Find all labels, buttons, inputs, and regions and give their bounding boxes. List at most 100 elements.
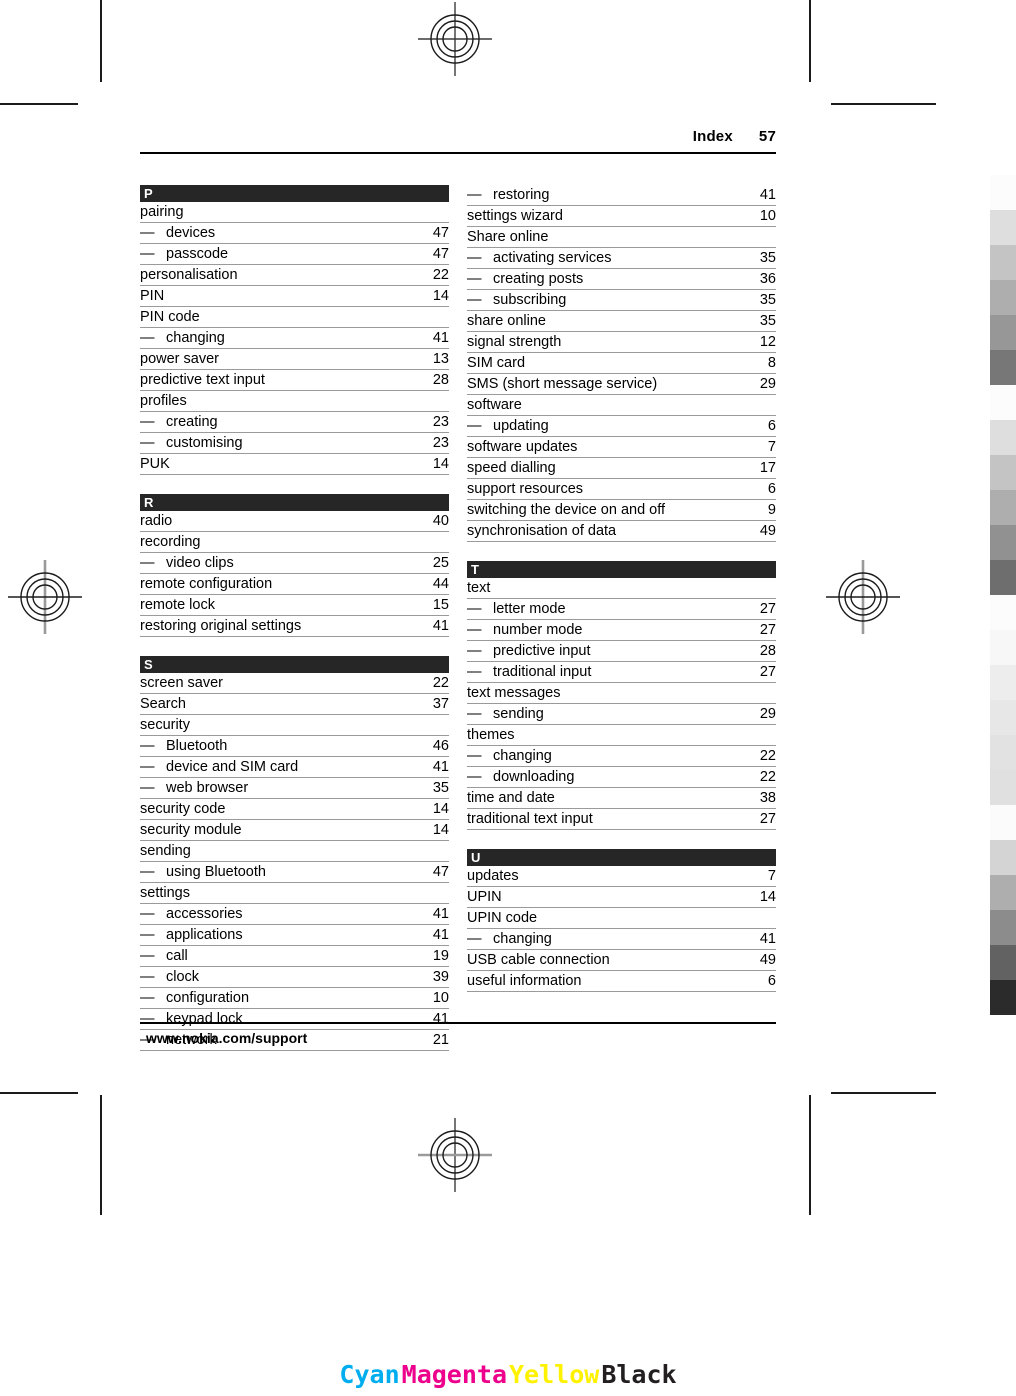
index-entry[interactable]: time and date 38 [467, 788, 776, 809]
index-entry-label: updates [467, 868, 519, 884]
index-entry[interactable]: personalisation 22 [140, 265, 449, 286]
index-entry[interactable]: radio 40 [140, 511, 449, 532]
em-dash-icon: — [140, 990, 155, 1006]
index-entry[interactable]: themes [467, 725, 776, 746]
index-entry[interactable]: restoring original settings 41 [140, 616, 449, 637]
index-entry[interactable]: useful information 6 [467, 971, 776, 992]
em-dash-icon: — [467, 643, 482, 659]
index-entry[interactable]: settings wizard 10 [467, 206, 776, 227]
index-entry-page-number: 14 [759, 889, 776, 905]
index-sub-entry[interactable]: — sending 29 [467, 704, 776, 725]
index-sub-entry[interactable]: — number mode 27 [467, 620, 776, 641]
index-sub-entry[interactable]: — passcode 47 [140, 244, 449, 265]
index-sub-entry[interactable]: — creating 23 [140, 412, 449, 433]
index-entry[interactable]: signal strength 12 [467, 332, 776, 353]
index-sub-entry[interactable]: — predictive input 28 [467, 641, 776, 662]
index-entry[interactable]: text [467, 578, 776, 599]
index-entry[interactable]: software updates 7 [467, 437, 776, 458]
index-sub-entry[interactable]: — customising 23 [140, 433, 449, 454]
index-letter-heading-t: T [467, 561, 776, 578]
page-header: Index 57 [140, 128, 776, 158]
index-entry[interactable]: remote lock 15 [140, 595, 449, 616]
index-entry[interactable]: support resources 6 [467, 479, 776, 500]
index-sub-entry[interactable]: — applications 41 [140, 925, 449, 946]
index-sub-entry[interactable]: — call 19 [140, 946, 449, 967]
index-entry[interactable]: UPIN 14 [467, 887, 776, 908]
index-entry-page-number: 10 [759, 208, 776, 224]
index-entry[interactable]: remote configuration 44 [140, 574, 449, 595]
index-sub-entry[interactable]: — creating posts 36 [467, 269, 776, 290]
grayscale-patch [990, 770, 1016, 805]
index-entry[interactable]: Search 37 [140, 694, 449, 715]
index-entry[interactable]: PIN code [140, 307, 449, 328]
index-entry[interactable]: PIN 14 [140, 286, 449, 307]
index-sub-entry[interactable]: — configuration 10 [140, 988, 449, 1009]
index-sub-entry[interactable]: — traditional input 27 [467, 662, 776, 683]
index-entry[interactable]: settings [140, 883, 449, 904]
index-entry[interactable]: profiles [140, 391, 449, 412]
em-dash-icon: — [140, 864, 155, 880]
index-sub-entry[interactable]: — activating services 35 [467, 248, 776, 269]
index-entry-text: applications [166, 927, 243, 943]
index-sub-entry[interactable]: — changing 41 [467, 929, 776, 950]
index-sub-entry[interactable]: — changing 41 [140, 328, 449, 349]
index-entry-page-number: 38 [759, 790, 776, 806]
index-entry[interactable]: SIM card 8 [467, 353, 776, 374]
index-sub-entry[interactable]: — device and SIM card 41 [140, 757, 449, 778]
index-entry-page-number: 40 [432, 513, 449, 529]
index-column-right: — restoring 41 settings wizard 10 Share onlin… [467, 185, 776, 1051]
crop-mark-top-left-vertical [100, 0, 102, 82]
index-sub-entry[interactable]: — changing 22 [467, 746, 776, 767]
index-entry-label: — sending [467, 704, 544, 724]
index-sub-entry[interactable]: — video clips 25 [140, 553, 449, 574]
index-entry[interactable]: security module 14 [140, 820, 449, 841]
index-entry[interactable]: speed dialling 17 [467, 458, 776, 479]
index-entry-page-number: 6 [767, 481, 776, 497]
em-dash-icon: — [140, 759, 155, 775]
index-entry[interactable]: UPIN code [467, 908, 776, 929]
index-entry-text: video clips [166, 555, 234, 571]
index-entry[interactable]: pairing [140, 202, 449, 223]
index-entry-label: text messages [467, 685, 561, 701]
grayscale-patch [990, 875, 1016, 910]
index-entry-page-number: 14 [432, 822, 449, 838]
index-entry[interactable]: SMS (short message service) 29 [467, 374, 776, 395]
index-sub-entry[interactable]: — clock 39 [140, 967, 449, 988]
index-sub-entry[interactable]: — updating 6 [467, 416, 776, 437]
index-entry[interactable]: screen saver 22 [140, 673, 449, 694]
index-sub-entry[interactable]: — web browser 35 [140, 778, 449, 799]
index-entry[interactable]: USB cable connection 49 [467, 950, 776, 971]
index-entry-label: — changing [467, 929, 552, 949]
index-entry[interactable]: text messages [467, 683, 776, 704]
index-entry[interactable]: synchronisation of data 49 [467, 521, 776, 542]
em-dash-icon: — [467, 706, 482, 722]
index-entry[interactable]: sending [140, 841, 449, 862]
index-sub-entry[interactable]: — using Bluetooth 47 [140, 862, 449, 883]
support-url[interactable]: www.nokia.com/support [140, 1024, 776, 1046]
index-entry[interactable]: Share online [467, 227, 776, 248]
index-entry-text: clock [166, 969, 200, 985]
index-entry[interactable]: traditional text input 27 [467, 809, 776, 830]
index-entry[interactable]: updates 7 [467, 866, 776, 887]
index-sub-entry[interactable]: — letter mode 27 [467, 599, 776, 620]
index-entry-text: creating posts [493, 271, 584, 287]
index-sub-entry[interactable]: — devices 47 [140, 223, 449, 244]
index-entry[interactable]: predictive text input 28 [140, 370, 449, 391]
index-entry[interactable]: switching the device on and off 9 [467, 500, 776, 521]
index-sub-entry[interactable]: — downloading 22 [467, 767, 776, 788]
index-entry[interactable]: power saver 13 [140, 349, 449, 370]
crop-mark-bottom-left-horizontal [0, 1092, 78, 1094]
index-entry[interactable]: PUK 14 [140, 454, 449, 475]
index-entry-page-number: 35 [759, 292, 776, 308]
index-entry[interactable]: security [140, 715, 449, 736]
index-entry[interactable]: recording [140, 532, 449, 553]
index-sub-entry[interactable]: — accessories 41 [140, 904, 449, 925]
index-entry[interactable]: software [467, 395, 776, 416]
index-entry[interactable]: share online 35 [467, 311, 776, 332]
index-sub-entry[interactable]: — restoring 41 [467, 185, 776, 206]
index-entry[interactable]: security code 14 [140, 799, 449, 820]
index-entry-label: SMS (short message service) [467, 376, 658, 392]
index-sub-entry[interactable]: — subscribing 35 [467, 290, 776, 311]
index-sub-entry[interactable]: — Bluetooth 46 [140, 736, 449, 757]
page-header-label: Index [692, 128, 733, 145]
